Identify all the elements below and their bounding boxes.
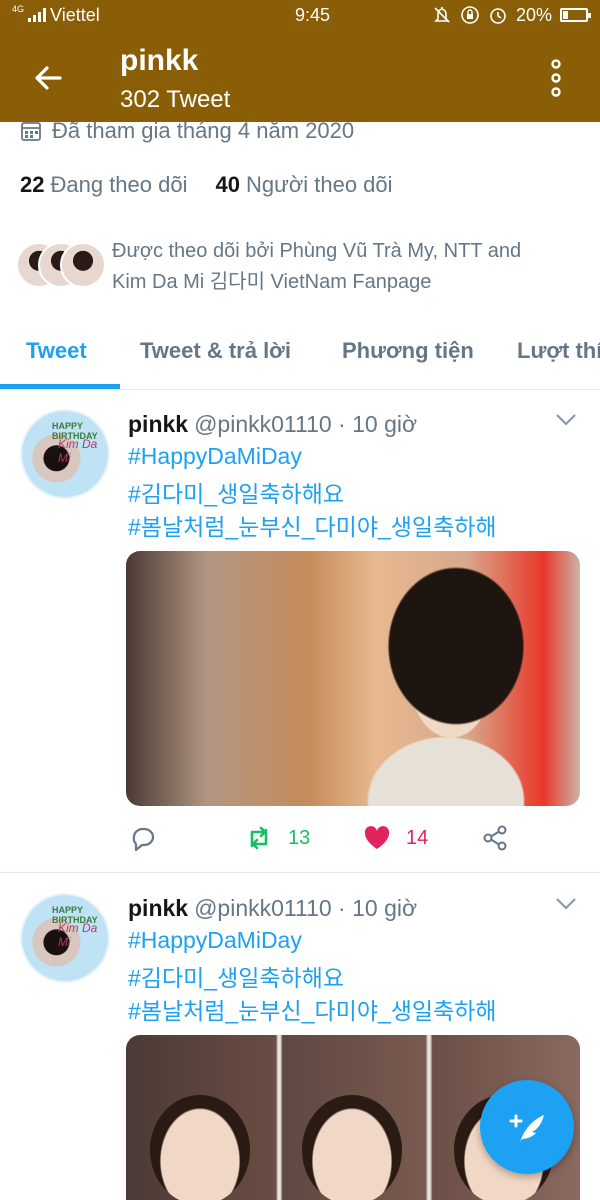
followed-by[interactable]: Được theo dõi bởi Phùng Vũ Trà My, NTT a… bbox=[16, 236, 586, 296]
tweet-actions: 13 14 bbox=[128, 823, 578, 863]
retweet-count: 13 bbox=[288, 826, 311, 849]
like-button[interactable]: 14 bbox=[362, 823, 428, 853]
avatar bbox=[60, 242, 106, 288]
retweet-icon bbox=[250, 826, 268, 850]
tab-likes[interactable]: Lượt thích bbox=[517, 338, 600, 364]
like-count: 14 bbox=[406, 826, 429, 849]
tweet-meta: @pinkk01110 · 10 giờ bbox=[194, 895, 418, 921]
retweet-button[interactable]: 13 bbox=[244, 823, 310, 853]
network-type: 4G bbox=[12, 4, 25, 14]
status-right: 20% bbox=[432, 4, 591, 26]
share-button[interactable] bbox=[480, 823, 510, 853]
following-link[interactable]: 22 Đang theo dõi bbox=[20, 172, 187, 198]
follower-avatars bbox=[16, 242, 106, 288]
reply-button[interactable] bbox=[128, 823, 158, 853]
joined-text: Đã tham gia tháng 4 năm 2020 bbox=[52, 118, 355, 143]
hashtag-link[interactable]: #봄날처럼_눈부신_다미야_생일축하해 bbox=[128, 508, 497, 542]
avatar[interactable]: HAPPY BIRTHDAY Kim Da Mi bbox=[20, 893, 110, 983]
hashtag-link[interactable]: #김다미_생일축하해요 bbox=[128, 959, 344, 993]
profile-tabs: Tweet Tweet & trả lời Phương tiện Lượt t… bbox=[0, 318, 600, 390]
active-tab-indicator bbox=[0, 384, 120, 389]
alarm-icon bbox=[490, 8, 506, 24]
tweet-meta: @pinkk01110 · 10 giờ bbox=[194, 411, 418, 437]
tweet-header: pinkk @pinkk01110 · 10 giờ bbox=[128, 895, 417, 922]
follow-stats: 22 Đang theo dõi 40 Người theo dõi bbox=[20, 172, 393, 198]
chevron-down-icon[interactable] bbox=[555, 897, 577, 911]
more-options-icon[interactable] bbox=[546, 58, 566, 98]
status-bar: 4G Viettel 9:45 20% bbox=[0, 0, 600, 30]
mute-icon bbox=[434, 7, 450, 23]
share-icon bbox=[483, 825, 507, 851]
profile-app-bar: pinkk 302 Tweet bbox=[0, 30, 600, 122]
tab-tweets-replies[interactable]: Tweet & trả lời bbox=[140, 338, 291, 364]
status-left: 4G Viettel bbox=[12, 4, 232, 26]
chevron-down-icon[interactable] bbox=[555, 413, 577, 427]
back-arrow-icon[interactable] bbox=[28, 58, 68, 98]
heart-icon bbox=[364, 826, 390, 849]
hashtag-link[interactable]: #HappyDaMiDay bbox=[128, 443, 302, 470]
tweet-header: pinkk @pinkk01110 · 10 giờ bbox=[128, 411, 417, 438]
hashtag-link[interactable]: #김다미_생일축하해요 bbox=[128, 475, 344, 509]
signal-icon bbox=[28, 8, 47, 22]
carrier-name: Viettel bbox=[50, 4, 100, 25]
tweet-author-name[interactable]: pinkk bbox=[128, 411, 188, 437]
profile-name: pinkk bbox=[120, 44, 199, 77]
compose-feather-icon bbox=[509, 1114, 544, 1142]
tab-media[interactable]: Phương tiện bbox=[342, 338, 474, 364]
joined-date: Đã tham gia tháng 4 năm 2020 bbox=[20, 118, 354, 144]
tab-tweets[interactable]: Tweet bbox=[26, 338, 87, 364]
calendar-icon bbox=[21, 122, 41, 141]
tweet-count: 302 Tweet bbox=[120, 86, 231, 113]
clock: 9:45 bbox=[295, 4, 331, 25]
tweet-author-name[interactable]: pinkk bbox=[128, 895, 188, 921]
battery-percent: 20% bbox=[515, 4, 552, 25]
reply-icon bbox=[132, 827, 155, 852]
tweet[interactable]: HAPPY BIRTHDAY Kim Da Mi pinkk @pinkk0111… bbox=[0, 391, 600, 873]
rotation-lock-icon bbox=[461, 6, 479, 24]
avatar[interactable]: HAPPY BIRTHDAY Kim Da Mi bbox=[20, 409, 110, 499]
hashtag-link[interactable]: #봄날처럼_눈부신_다미야_생일축하해 bbox=[128, 992, 497, 1026]
battery-icon bbox=[560, 8, 591, 22]
followers-link[interactable]: 40 Người theo dõi bbox=[215, 172, 392, 198]
followed-by-text: Được theo dõi bởi Phùng Vũ Trà My, NTT a… bbox=[112, 240, 522, 293]
tweet-photo[interactable] bbox=[126, 551, 580, 806]
compose-tweet-button[interactable] bbox=[480, 1080, 574, 1174]
hashtag-link[interactable]: #HappyDaMiDay bbox=[128, 927, 302, 954]
battery-fill bbox=[563, 11, 568, 19]
photo-panel bbox=[302, 1095, 402, 1200]
photo-panel bbox=[150, 1095, 250, 1200]
